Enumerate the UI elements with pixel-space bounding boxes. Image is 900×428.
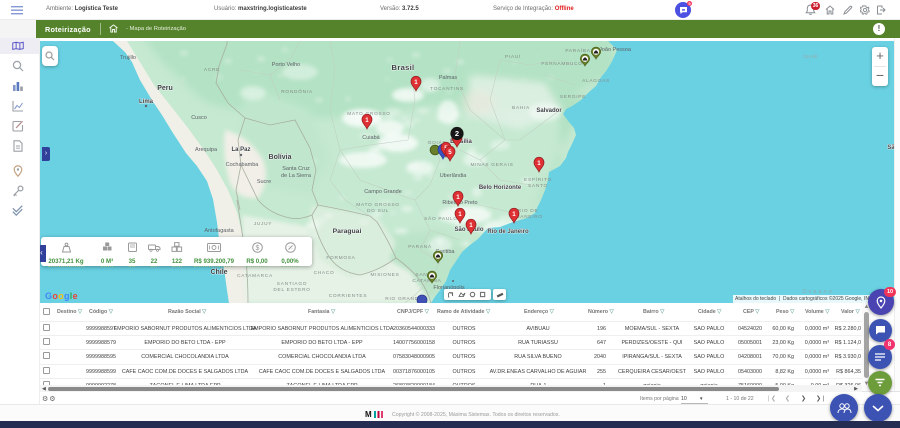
svg-text:SÃO PAULO: SÃO PAULO — [424, 215, 458, 222]
svg-text:DO SUL: DO SUL — [367, 208, 389, 214]
svg-text:SANTIAGO: SANTIAGO — [277, 281, 307, 287]
svg-text:FORMOSA: FORMOSA — [326, 255, 355, 261]
svg-text:Salvador: Salvador — [536, 108, 562, 114]
svg-text:1: 1 — [512, 211, 516, 218]
svg-text:Brasil: Brasil — [392, 63, 415, 72]
svg-text:Chile: Chile — [210, 269, 227, 276]
svg-text:1: 1 — [414, 79, 418, 86]
svg-text:PIAUÍ: PIAUÍ — [505, 53, 521, 60]
svg-text:Sucre: Sucre — [257, 179, 271, 185]
svg-text:MISIONES: MISIONES — [370, 272, 399, 278]
svg-text:CHACO: CHACO — [314, 270, 335, 276]
svg-text:SERGIPE: SERGIPE — [560, 94, 586, 100]
svg-text:PARANÁ: PARANÁ — [408, 243, 432, 250]
svg-text:CATAMARCA: CATAMARCA — [237, 273, 273, 279]
svg-text:Campo Grande: Campo Grande — [364, 189, 402, 195]
svg-text:CORRIENTES: CORRIENTES — [329, 293, 367, 299]
svg-text:Antofagasta: Antofagasta — [204, 228, 234, 234]
svg-text:1: 1 — [458, 211, 462, 218]
svg-text:Santa Cruz: Santa Cruz — [282, 166, 310, 172]
svg-text:ACRE: ACRE — [204, 67, 220, 73]
svg-text:$: $ — [255, 245, 259, 252]
svg-text:Paraguai: Paraguai — [333, 228, 362, 235]
svg-text:PERNAMBUCO: PERNAMBUCO — [541, 61, 582, 67]
svg-text:Porto Velho: Porto Velho — [272, 62, 300, 68]
svg-text:ESPÍRITO: ESPÍRITO — [524, 176, 552, 183]
svg-text:Cat Hill: Cat Hill — [803, 54, 818, 59]
svg-text:Sã: Sã — [887, 145, 894, 151]
svg-text:DEL ESTERO: DEL ESTERO — [273, 287, 310, 293]
svg-text:JUJUY: JUJUY — [254, 221, 273, 227]
svg-text:La Paz: La Paz — [231, 147, 250, 153]
svg-text:1: 1 — [537, 160, 541, 167]
svg-text:MINAS GERAIS: MINAS GERAIS — [470, 162, 513, 168]
svg-text:1: 1 — [365, 117, 369, 124]
svg-text:Lima: Lima — [139, 99, 154, 105]
svg-text:2: 2 — [455, 129, 459, 138]
svg-text:de La Sierra: de La Sierra — [281, 173, 312, 179]
svg-text:5: 5 — [448, 149, 452, 156]
svg-text:RIO DE: RIO DE — [518, 208, 539, 214]
svg-text:Cuiabá: Cuiabá — [362, 135, 380, 141]
svg-text:SANTO: SANTO — [528, 183, 548, 189]
svg-text:Uberlândia: Uberlândia — [440, 173, 468, 179]
svg-text:1: 1 — [469, 222, 473, 229]
svg-text:Bolívia: Bolívia — [269, 154, 292, 161]
svg-text:1: 1 — [456, 194, 460, 201]
svg-text:ALAGOAS: ALAGOAS — [582, 78, 610, 84]
svg-text:RONDÔNIA: RONDÔNIA — [281, 88, 313, 95]
svg-text:Rio de Janeiro: Rio de Janeiro — [487, 229, 529, 235]
svg-text:BAHIA: BAHIA — [512, 105, 530, 111]
svg-text:JANEIRO: JANEIRO — [517, 214, 543, 220]
svg-text:Cusco: Cusco — [191, 115, 207, 121]
svg-text:CATARINA: CATARINA — [412, 278, 441, 284]
svg-text:Trujillo: Trujillo — [120, 55, 136, 61]
svg-text:Peru: Peru — [157, 85, 173, 92]
svg-text:TOCANTINS: TOCANTINS — [430, 86, 464, 92]
svg-text:PARAÍBA: PARAÍBA — [565, 47, 590, 54]
svg-text:Belo Horizonte: Belo Horizonte — [479, 185, 522, 191]
svg-text:Palmas: Palmas — [439, 75, 458, 81]
svg-text:Cochabamba: Cochabamba — [226, 162, 260, 168]
svg-text:João Pessoa: João Pessoa — [599, 47, 632, 53]
svg-text:MATO GROSSO: MATO GROSSO — [356, 202, 400, 208]
svg-text:Arequipa: Arequipa — [195, 147, 218, 153]
